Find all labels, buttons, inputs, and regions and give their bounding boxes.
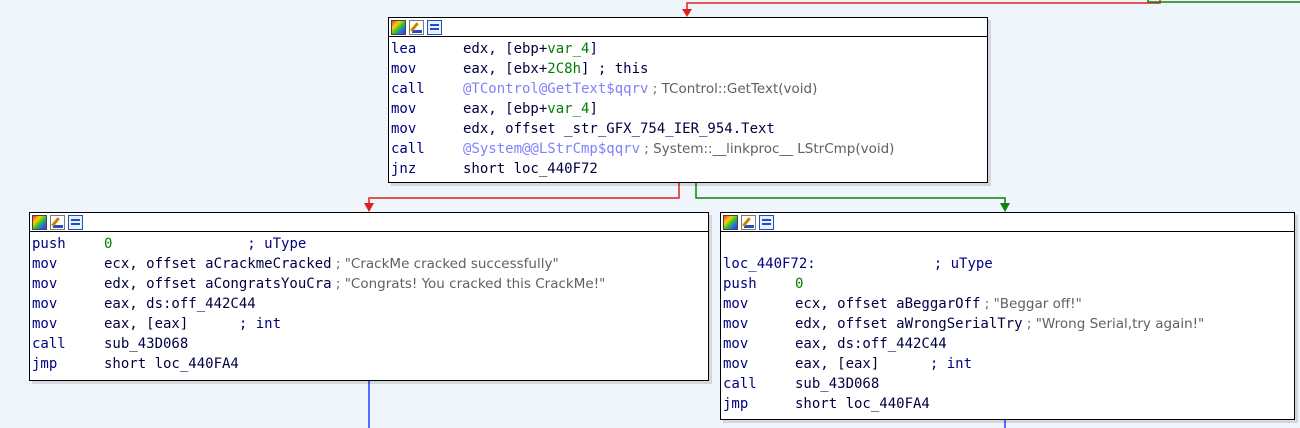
edge-false-arrow — [364, 203, 374, 212]
instruction-line[interactable]: jmp short loc_440FA4 — [32, 354, 708, 374]
instruction-line[interactable]: mov ecx, offset aCrackmeCracked ; "CrackM… — [32, 254, 708, 274]
location-label: loc_440F72: — [723, 256, 816, 272]
color-palette-icon[interactable] — [391, 19, 406, 35]
code-block-top[interactable]: lea edx, [ebp+var_4] mov eax, [ebx+2C8h] ;… — [388, 17, 988, 183]
color-palette-icon[interactable] — [723, 214, 738, 230]
instruction-line[interactable]: mov ecx, offset aBeggarOff ; "Beggar off!… — [723, 294, 1294, 314]
code-lines: push 0 ; uType mov ecx, offset aCrackmeCra… — [30, 232, 708, 374]
code-block-left[interactable]: push 0 ; uType mov ecx, offset aCrackmeCra… — [29, 212, 709, 381]
code-block-right[interactable]: loc_440F72: ; uType push 0 mov ecx, offset… — [720, 212, 1295, 420]
rename-pencil-icon[interactable] — [741, 214, 756, 230]
edge-incoming-red-arrow — [682, 9, 692, 17]
edge-incoming-red — [686, 0, 1161, 13]
location-label-line[interactable]: loc_440F72: ; uType — [723, 254, 1294, 274]
instruction-line[interactable]: push 0 ; uType — [32, 234, 708, 254]
rename-pencil-icon[interactable] — [409, 19, 424, 35]
edge-true-branch — [695, 182, 1006, 208]
instruction-line[interactable]: lea edx, [ebp+var_4] — [391, 39, 987, 59]
instruction-line[interactable]: mov eax, [ebp+var_4] — [391, 99, 987, 119]
edge-false-branch — [368, 182, 680, 208]
instruction-line[interactable]: push 0 — [723, 274, 1294, 294]
graph-view-icon[interactable] — [68, 214, 83, 230]
instruction-line[interactable]: call sub_43D068 — [723, 374, 1294, 394]
block-header — [721, 213, 1294, 232]
graph-view-icon[interactable] — [427, 19, 442, 35]
instruction-line[interactable]: mov edx, offset _str_GFX_754_IER_954.Text — [391, 119, 987, 139]
block-header — [389, 18, 987, 37]
edge-incoming-green — [1147, 0, 1300, 3]
code-lines: loc_440F72: ; uType push 0 mov ecx, offset… — [721, 232, 1294, 414]
instruction-line[interactable]: jmp short loc_440FA4 — [723, 394, 1294, 414]
instruction-line[interactable]: mov eax, ds:off_442C44 — [32, 294, 708, 314]
graph-view-icon[interactable] — [759, 214, 774, 230]
block-header — [30, 213, 708, 232]
color-palette-icon[interactable] — [32, 214, 47, 230]
instruction-line[interactable]: call @System@@LStrCmp$qqrv ; System::__li… — [391, 139, 987, 159]
instruction-line[interactable]: jnz short loc_440F72 — [391, 159, 987, 179]
instruction-line[interactable]: mov eax, [eax] ; int — [32, 314, 708, 334]
instruction-line[interactable]: mov eax, [eax] ; int — [723, 354, 1294, 374]
instruction-line[interactable]: call sub_43D068 — [32, 334, 708, 354]
instruction-line[interactable]: mov edx, offset aCongratsYouCra ; "Congra… — [32, 274, 708, 294]
instruction-line[interactable]: mov eax, [ebx+2C8h] ; this — [391, 59, 987, 79]
instruction-line[interactable]: mov eax, ds:off_442C44 — [723, 334, 1294, 354]
code-lines: lea edx, [ebp+var_4] mov eax, [ebx+2C8h] ;… — [389, 37, 987, 179]
instruction-line[interactable]: mov edx, offset aWrongSerialTry ; "Wrong … — [723, 314, 1294, 334]
instruction-line[interactable]: call @TControl@GetText$qqrv ; TControl::G… — [391, 79, 987, 99]
edge-true-arrow — [1000, 203, 1010, 212]
rename-pencil-icon[interactable] — [50, 214, 65, 230]
